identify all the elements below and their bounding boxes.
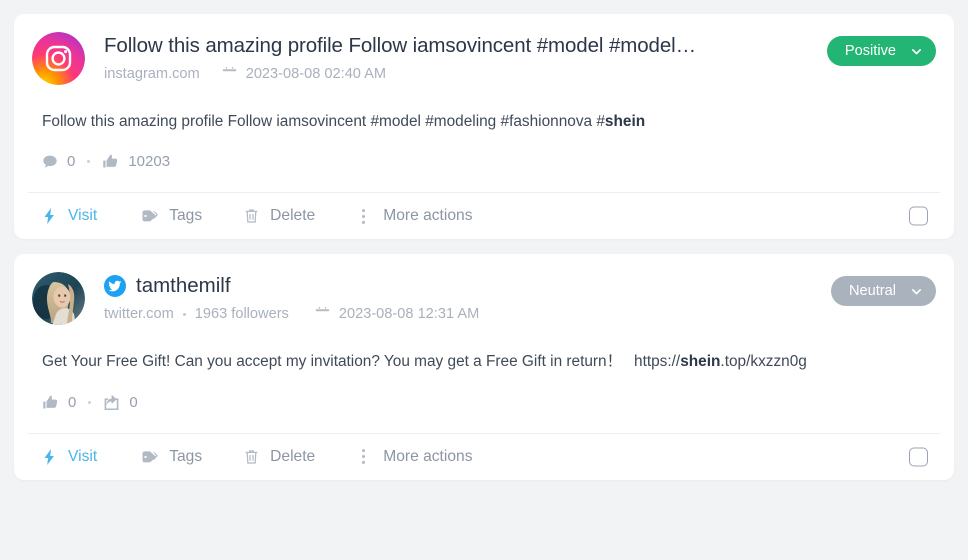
stat-value: 0 xyxy=(129,393,138,411)
post-header: tamthemilf twitter.com 1963 followers 20… xyxy=(14,254,954,326)
trash-icon xyxy=(244,208,259,224)
tags-label: Tags xyxy=(169,207,203,225)
instagram-logo-icon xyxy=(32,32,85,85)
post-body-text: Follow this amazing profile Follow iamso… xyxy=(42,113,605,130)
post-actions: Visit Tags Delete More actions xyxy=(14,434,954,480)
delete-button[interactable]: Delete xyxy=(244,207,315,225)
post-meta: twitter.com 1963 followers 2023-08-08 12… xyxy=(104,306,936,322)
user-photo-avatar xyxy=(32,272,85,326)
post-header: Follow this amazing profile Follow iamso… xyxy=(14,14,954,85)
tag-icon xyxy=(141,208,158,224)
post-body-text: Get Your Free Gift! Can you accept my in… xyxy=(42,353,623,371)
post-body: Follow this amazing profile Follow iamso… xyxy=(14,85,954,133)
tags-button[interactable]: Tags xyxy=(141,448,202,466)
post-domain: twitter.com xyxy=(104,306,174,323)
delete-label: Delete xyxy=(270,447,316,465)
post-header-main: tamthemilf twitter.com 1963 followers 20… xyxy=(104,272,936,322)
post-body-keyword: shein xyxy=(604,113,646,130)
post-followers: 1963 followers xyxy=(194,306,289,323)
post-body-keyword: shein xyxy=(680,353,721,371)
stat-value: 0 xyxy=(68,393,77,411)
stat-separator xyxy=(88,400,92,404)
stat-separator xyxy=(87,160,91,164)
post-stats: 0 10203 xyxy=(14,133,954,192)
stat-comments: 0 xyxy=(42,153,75,170)
tags-label: Tags xyxy=(169,447,203,465)
calendar-icon xyxy=(222,66,237,82)
stat-shares: 0 xyxy=(103,393,138,411)
post-actions: Visit Tags Delete More actions xyxy=(14,193,954,239)
post-date-group: 2023-08-08 12:31 AM xyxy=(315,306,479,322)
trash-icon xyxy=(244,449,259,465)
post-date: 2023-08-08 02:40 AM xyxy=(245,66,387,82)
share-icon xyxy=(103,394,120,411)
bolt-icon xyxy=(42,208,57,225)
stat-likes: 10203 xyxy=(102,153,170,170)
post-stats: 0 0 xyxy=(14,374,954,433)
chevron-down-icon xyxy=(910,285,923,298)
post-feed: Follow this amazing profile Follow iamso… xyxy=(0,0,968,480)
visit-button[interactable]: Visit xyxy=(42,207,97,225)
post-card: Follow this amazing profile Follow iamso… xyxy=(14,14,954,240)
post-meta: instagram.com 2023-08-08 02:40 AM xyxy=(104,66,936,82)
post-title: Follow this amazing profile Follow iamso… xyxy=(104,34,696,57)
bolt-icon xyxy=(42,448,57,465)
sentiment-label: Positive xyxy=(844,43,896,59)
tags-button[interactable]: Tags xyxy=(141,207,202,225)
delete-label: Delete xyxy=(270,207,316,225)
stat-value: 0 xyxy=(67,153,76,171)
post-header-main: Follow this amazing profile Follow iamso… xyxy=(104,32,936,82)
post-body-url-prefix: https:// xyxy=(634,353,681,371)
select-post-checkbox[interactable] xyxy=(909,206,928,226)
post-date: 2023-08-08 12:31 AM xyxy=(338,306,480,323)
thumbs-up-icon xyxy=(42,394,59,411)
delete-button[interactable]: Delete xyxy=(244,448,315,466)
post-title-row: tamthemilf xyxy=(104,274,936,298)
calendar-icon xyxy=(315,306,330,322)
meta-separator xyxy=(182,312,186,316)
post-body-url-suffix: .top/kxzzn0g xyxy=(720,353,807,371)
thumbs-up-icon xyxy=(102,153,119,170)
twitter-bird-icon xyxy=(104,275,126,298)
comment-icon xyxy=(42,154,58,170)
more-actions-button[interactable]: More actions xyxy=(357,207,473,225)
select-post-checkbox[interactable] xyxy=(909,447,928,467)
post-domain: instagram.com xyxy=(104,66,200,82)
visit-label: Visit xyxy=(68,447,98,465)
dots-vertical-icon xyxy=(361,208,366,225)
post-date-group: 2023-08-08 02:40 AM xyxy=(222,66,386,82)
sentiment-label: Neutral xyxy=(848,283,896,300)
stat-likes: 0 xyxy=(42,394,76,411)
chevron-down-icon xyxy=(910,45,923,58)
stat-value: 10203 xyxy=(128,153,171,171)
sentiment-badge[interactable]: Positive xyxy=(826,36,936,66)
dots-vertical-icon xyxy=(361,448,366,465)
more-actions-button[interactable]: More actions xyxy=(357,447,473,466)
more-actions-label: More actions xyxy=(383,207,473,225)
visit-label: Visit xyxy=(68,207,98,225)
post-body: Get Your Free Gift! Can you accept my in… xyxy=(14,325,954,373)
post-title: tamthemilf xyxy=(136,274,231,298)
post-title-row: Follow this amazing profile Follow iamso… xyxy=(104,34,936,58)
sentiment-badge[interactable]: Neutral xyxy=(830,276,936,307)
more-actions-label: More actions xyxy=(383,447,473,465)
post-card: tamthemilf twitter.com 1963 followers 20… xyxy=(14,254,954,480)
visit-button[interactable]: Visit xyxy=(42,448,97,466)
tag-icon xyxy=(141,449,158,465)
